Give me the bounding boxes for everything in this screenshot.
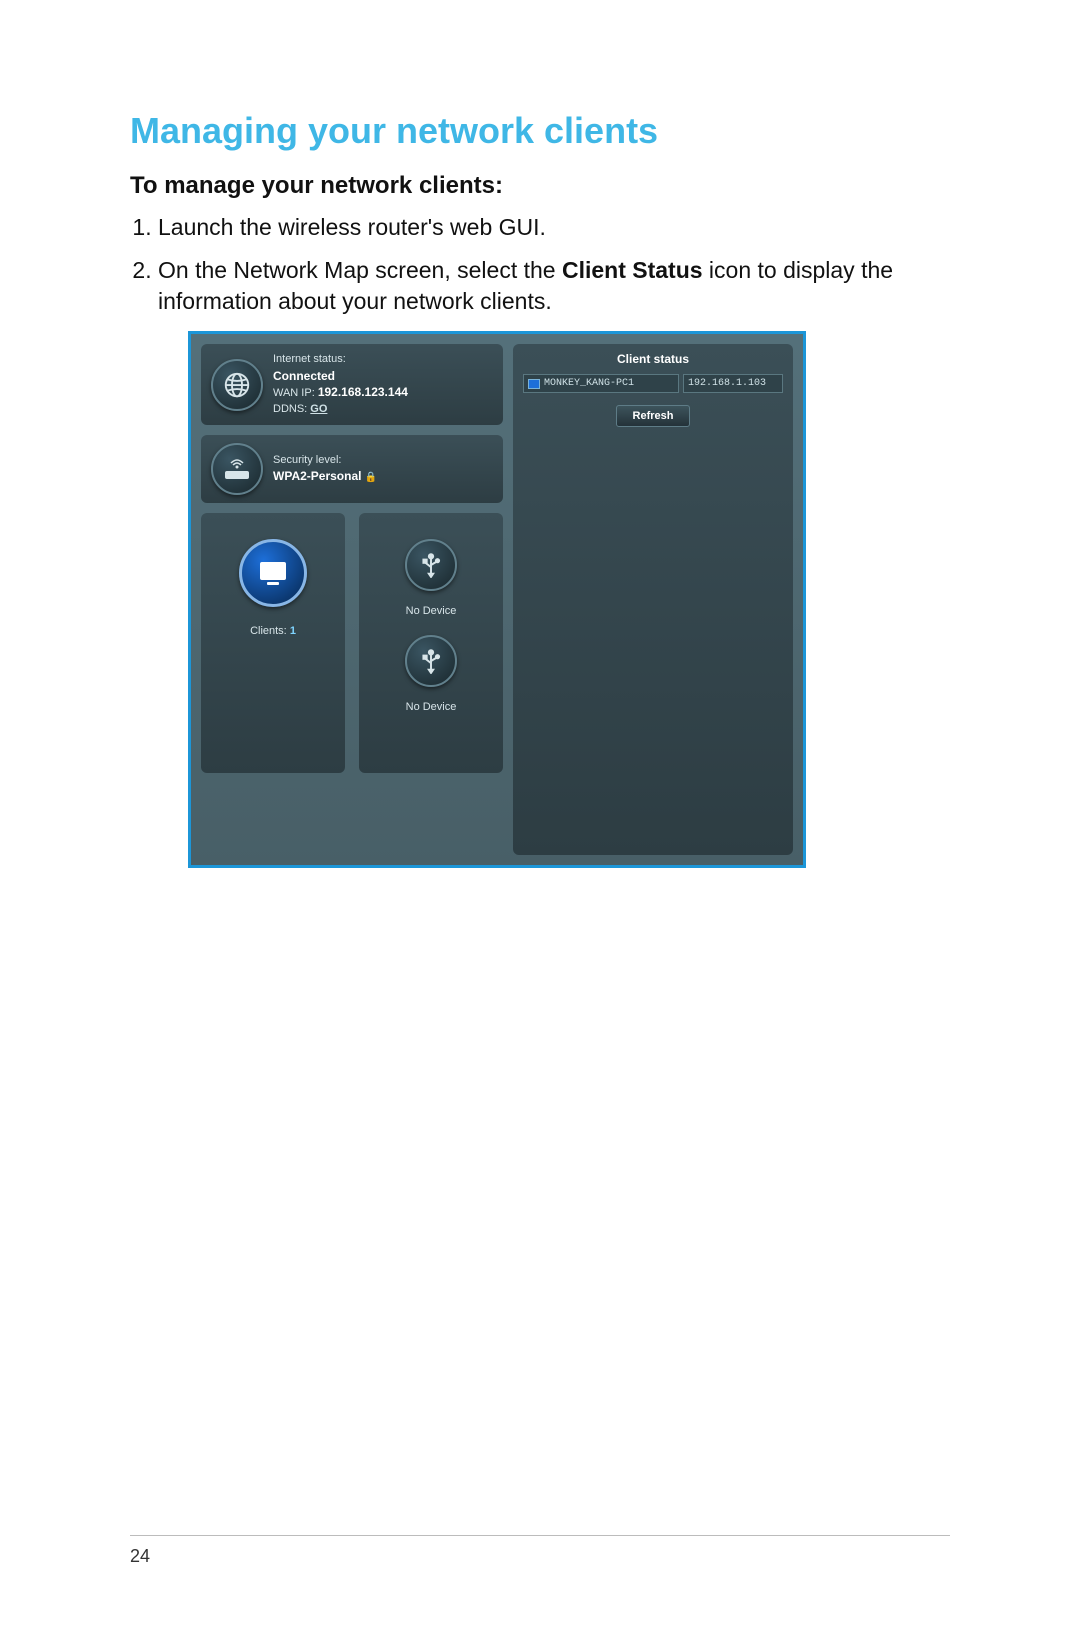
client-name: MONKEY_KANG-PC1 (544, 378, 634, 389)
security-label: Security level: (273, 453, 493, 468)
client-status-panel: Client status MONKEY_KANG-PC1 192.168.1.… (513, 344, 793, 855)
step-bold: Client Status (562, 257, 703, 283)
client-ip: 192.168.1.103 (688, 378, 766, 389)
router-icon (211, 443, 263, 495)
step-item: Launch the wireless router's web GUI. (158, 212, 950, 243)
internet-status-value: Connected (273, 368, 493, 385)
clients-card[interactable]: Clients: 1 (201, 513, 345, 773)
refresh-button[interactable]: Refresh (616, 405, 691, 427)
clients-count: 1 (290, 625, 296, 637)
network-map-left: Internet status: Connected WAN IP: 192.1… (201, 344, 503, 855)
client-name-cell[interactable]: MONKEY_KANG-PC1 (523, 374, 679, 393)
client-ip-cell[interactable]: 192.168.1.103 (683, 374, 783, 393)
step-item: On the Network Map screen, select the Cl… (158, 255, 950, 317)
security-value: WPA2-Personal (273, 469, 361, 483)
wan-ip-label: WAN IP: (273, 387, 315, 399)
lock-icon: 🔒 (364, 472, 376, 483)
usb1-label: No Device (406, 605, 457, 617)
client-status-title: Client status (617, 352, 689, 366)
usb2-label: No Device (406, 701, 457, 713)
globe-icon (211, 359, 263, 411)
usb-icon (405, 539, 457, 591)
client-monitor-icon (239, 539, 307, 607)
internet-status-card[interactable]: Internet status: Connected WAN IP: 192.1… (201, 344, 503, 425)
router-screenshot: Internet status: Connected WAN IP: 192.1… (188, 331, 806, 868)
client-row[interactable]: MONKEY_KANG-PC1 192.168.1.103 (523, 374, 783, 393)
wan-ip-value: 192.168.123.144 (318, 385, 408, 399)
ddns-go-link[interactable]: GO (310, 403, 327, 415)
page-title: Managing your network clients (130, 110, 950, 152)
section-subheading: To manage your network clients: (130, 172, 950, 200)
usb-icon (405, 635, 457, 687)
usb-devices-card[interactable]: No Device (359, 513, 503, 773)
page-number: 24 (130, 1546, 150, 1566)
page-footer: 24 (130, 1535, 950, 1567)
step-text: On the Network Map screen, select the (158, 257, 562, 283)
ddns-label: DDNS: (273, 403, 307, 415)
security-level-card[interactable]: Security level: WPA2-Personal🔒 (201, 435, 503, 503)
pc-icon (528, 379, 540, 389)
clients-label: Clients: (250, 625, 287, 637)
internet-status-label: Internet status: (273, 353, 346, 365)
steps-list: Launch the wireless router's web GUI. On… (130, 212, 950, 317)
